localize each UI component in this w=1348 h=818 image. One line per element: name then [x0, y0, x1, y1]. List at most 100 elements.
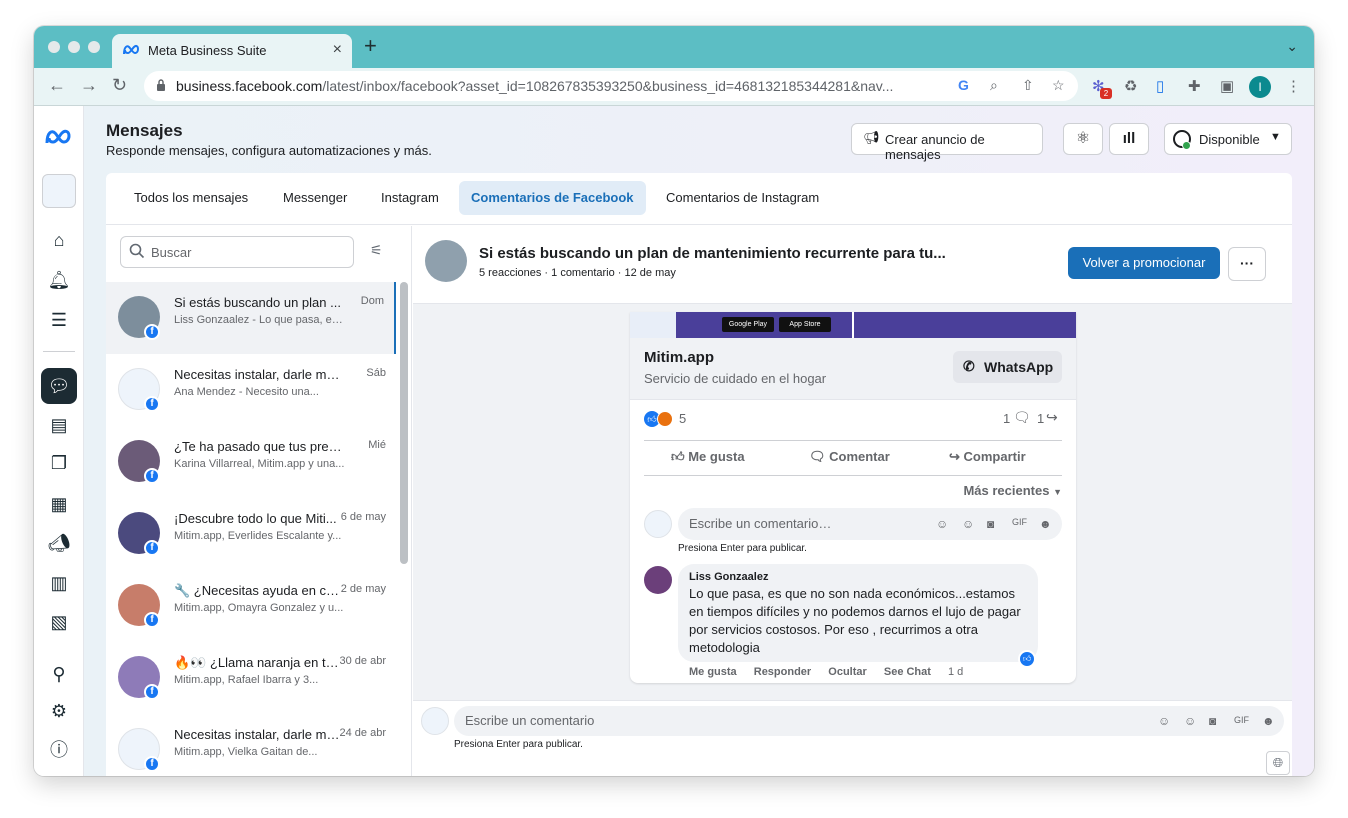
conversation-item[interactable]: f 🔥👀 ¿Llama naranja en tu ... Mitim.app,… [106, 642, 396, 714]
zoom-window-button[interactable] [88, 41, 100, 53]
tab-instagram-comments[interactable]: Comentarios de Instagram [654, 181, 831, 215]
sort-dropdown[interactable]: Más recientes ▼ [963, 483, 1062, 498]
filter-sliders-icon[interactable]: ⚟ [370, 242, 383, 259]
reaction-count[interactable]: 5 [679, 411, 686, 426]
insights-icon[interactable]: ▥ [47, 571, 71, 595]
automations-icon[interactable]: ⚛ [1063, 123, 1103, 155]
create-ad-button[interactable]: 📢︎ Crear anuncio de mensajes [851, 123, 1043, 162]
content-icon[interactable]: ❐ [47, 451, 71, 475]
list-scrollbar[interactable] [400, 282, 408, 564]
more-options-button[interactable]: ··· [1228, 247, 1266, 281]
new-tab-button[interactable]: + [364, 35, 377, 57]
notifications-bell-icon[interactable]: 🔔︎ [47, 268, 71, 292]
side-panel-icon[interactable]: ▣ [1220, 77, 1234, 95]
google-play-badge: Google Play [722, 317, 774, 332]
share-icon[interactable]: ⇧ [1022, 77, 1034, 94]
tab-instagram[interactable]: Instagram [369, 181, 451, 215]
gif-icon[interactable]: GIF [1012, 517, 1027, 527]
comment-author-avatar[interactable] [644, 566, 672, 594]
tab-messenger[interactable]: Messenger [271, 181, 359, 215]
gif-icon[interactable]: GIF [1234, 715, 1249, 725]
conversation-date: Dom [360, 295, 384, 307]
zoom-icon[interactable]: ⌕ [990, 77, 998, 94]
bookmark-star-icon[interactable]: ☆ [1052, 77, 1065, 94]
search-input[interactable]: Buscar [120, 236, 354, 268]
enter-hint: Presiona Enter para publicar. [678, 543, 807, 554]
sticker-icon[interactable]: ☻ [1262, 714, 1275, 728]
analytics-bar-icon[interactable]: ıll [1109, 123, 1149, 155]
conversation-item[interactable]: f ¿Te ha pasado que tus pren... Karina V… [106, 426, 396, 498]
sticker-icon[interactable]: ☻ [1039, 517, 1052, 531]
menu-icon[interactable]: ☰ [47, 308, 71, 332]
comment-reply-link[interactable]: Responder [754, 666, 811, 678]
settings-gear-icon[interactable]: ⚙ [47, 699, 71, 723]
composer-avatar[interactable] [421, 707, 449, 735]
tab-facebook-comments[interactable]: Comentarios de Facebook [459, 181, 646, 215]
minimize-window-button[interactable] [68, 41, 80, 53]
promote-again-button[interactable]: Volver a promocionar [1068, 247, 1220, 279]
search-icon[interactable]: ⚲ [47, 662, 71, 686]
close-tab-icon[interactable]: × [333, 41, 342, 59]
emoji-icon[interactable]: ☺ [1184, 714, 1196, 728]
comment-like-reaction-icon[interactable]: 👍︎ [1018, 650, 1036, 668]
conversation-item[interactable]: f 🔧 ¿Necesitas ayuda en ca... Mitim.app,… [106, 570, 396, 642]
home-icon[interactable]: ⌂ [47, 228, 71, 252]
conversation-snippet: Ana Mendez - Necesito una... [174, 386, 319, 398]
address-bar[interactable]: business.facebook.com/latest/inbox/faceb… [144, 71, 1078, 101]
comment-bubble: Liss Gonzaalez Lo que pasa, es que no so… [678, 564, 1038, 668]
comment-like-link[interactable]: Me gusta [689, 666, 737, 678]
share-count[interactable]: 1 [1037, 411, 1044, 426]
avatar-sticker-icon[interactable]: ☺ [1158, 714, 1170, 728]
comment-see-chat-link[interactable]: See Chat [884, 666, 931, 678]
share-button[interactable]: ↪ Compartir [949, 449, 1026, 465]
link-subtitle: Servicio de cuidado en el hogar [644, 371, 827, 386]
comment-count-icon: 🗨︎ [1013, 409, 1031, 425]
conversation-item[interactable]: f ¡Descubre todo lo que Miti... Mitim.ap… [106, 498, 396, 570]
business-account-avatar[interactable] [42, 174, 76, 208]
comment-age: 1 d [948, 666, 964, 678]
close-window-button[interactable] [48, 41, 60, 53]
camera-icon[interactable]: ◙ [1209, 714, 1216, 728]
google-translate-icon[interactable]: G [958, 77, 969, 93]
whatsapp-button[interactable]: ✆ WhatsApp [953, 351, 1062, 383]
profile-avatar[interactable]: I [1249, 76, 1271, 98]
back-icon[interactable]: ← [48, 75, 66, 96]
camera-icon[interactable]: ◙ [987, 517, 994, 531]
reload-icon[interactable]: ↻ [112, 75, 127, 96]
puzzle-extensions-icon[interactable]: ✚ [1188, 77, 1201, 95]
tab-search-chevron-icon[interactable]: ⌄ [1286, 38, 1298, 55]
avatar-sticker-icon[interactable]: ☺ [936, 517, 948, 531]
post-image-banner[interactable]: Google Play App Store [630, 312, 1076, 338]
comment-button[interactable]: 🗨︎ Comentar [809, 449, 890, 465]
browser-menu-icon[interactable]: ⋮ [1286, 77, 1301, 95]
angry-reaction-icon[interactable] [657, 411, 673, 427]
composer-input[interactable]: Escribe un comentario ☺ ☺ ◙ GIF ☻ [454, 706, 1284, 736]
planner-icon[interactable]: ▦ [47, 492, 71, 516]
comment-hide-link[interactable]: Ocultar [828, 666, 867, 678]
globe-icon[interactable]: 🌐︎ [1266, 751, 1290, 775]
browser-tab[interactable]: Meta Business Suite × [112, 34, 352, 68]
inbox-chat-icon[interactable]: 💬︎ [47, 374, 71, 398]
post-detail: Si estás buscando un plan de mantenimien… [413, 226, 1292, 776]
conversation-item[interactable]: f Si estás buscando un plan ... Liss Gon… [106, 282, 396, 354]
link-preview[interactable]: Mitim.app Servicio de cuidado en el hoga… [630, 338, 1076, 400]
facebook-badge-icon: f [144, 612, 160, 628]
forward-icon[interactable]: → [80, 75, 98, 96]
recycle-extension-icon[interactable]: ♻ [1124, 77, 1137, 95]
availability-dropdown[interactable]: Disponible ▼ [1164, 123, 1292, 155]
meta-logo-icon [123, 44, 140, 55]
documents-icon[interactable]: ▧ [47, 610, 71, 634]
ads-megaphone-icon[interactable]: 📣︎ [47, 531, 71, 555]
help-icon[interactable]: ⓘ [47, 738, 71, 762]
contacts-icon[interactable]: ▤ [47, 413, 71, 437]
conversation-item[interactable]: f Necesitas instalar, darle ma... Mitim.… [106, 714, 396, 776]
conversation-item[interactable]: f Necesitas instalar, darle ma... Ana Me… [106, 354, 396, 426]
clipboard-extension-icon[interactable]: ▯ [1156, 77, 1164, 95]
comment-count[interactable]: 1 [1003, 411, 1010, 426]
like-button[interactable]: 👍︎ Me gusta [671, 449, 745, 465]
comment-input[interactable]: Escribe un comentario… ☺ ☺ ◙ GIF ☻ [678, 508, 1062, 540]
meta-logo-icon[interactable] [44, 128, 74, 146]
emoji-icon[interactable]: ☺ [962, 517, 974, 531]
tab-all-messages[interactable]: Todos los mensajes [122, 181, 260, 215]
comment-author[interactable]: Liss Gonzaalez [689, 571, 768, 583]
